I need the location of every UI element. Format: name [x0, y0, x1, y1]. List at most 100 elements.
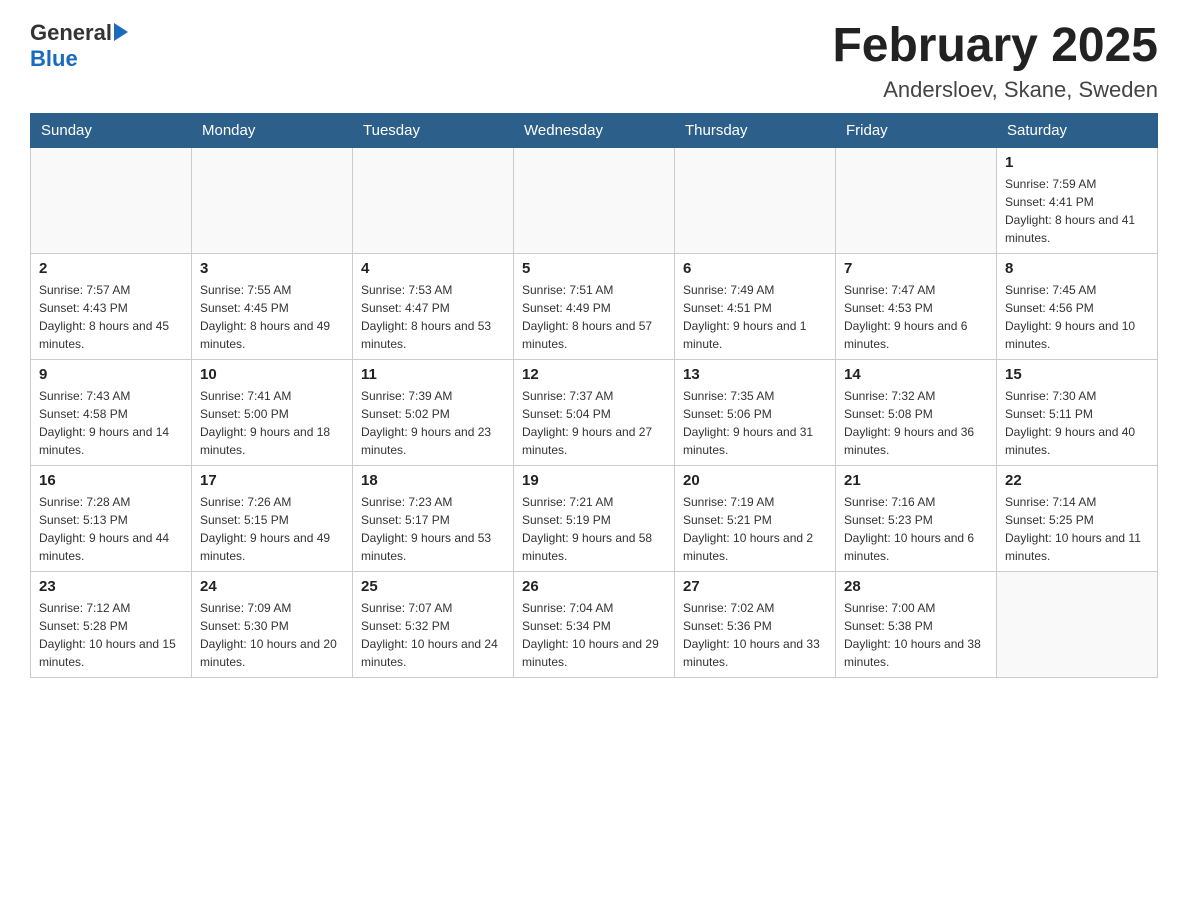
day-number: 4 [361, 260, 505, 277]
header-friday: Friday [836, 113, 997, 147]
day-number: 12 [522, 366, 666, 383]
day-info: Sunrise: 7:09 AMSunset: 5:30 PMDaylight:… [200, 599, 344, 671]
header-tuesday: Tuesday [353, 113, 514, 147]
table-row: 23Sunrise: 7:12 AMSunset: 5:28 PMDayligh… [31, 571, 192, 677]
table-row: 11Sunrise: 7:39 AMSunset: 5:02 PMDayligh… [353, 359, 514, 465]
table-row [192, 147, 353, 253]
day-info: Sunrise: 7:30 AMSunset: 5:11 PMDaylight:… [1005, 387, 1149, 459]
title-area: February 2025 Andersloev, Skane, Sweden [832, 20, 1158, 103]
location-title: Andersloev, Skane, Sweden [832, 77, 1158, 103]
day-info: Sunrise: 7:47 AMSunset: 4:53 PMDaylight:… [844, 281, 988, 353]
day-info: Sunrise: 7:26 AMSunset: 5:15 PMDaylight:… [200, 493, 344, 565]
day-number: 6 [683, 260, 827, 277]
day-number: 9 [39, 366, 183, 383]
month-title: February 2025 [832, 20, 1158, 73]
table-row: 8 Sunrise: 7:45 AMSunset: 4:56 PMDaylight… [997, 253, 1158, 359]
table-row: 4 Sunrise: 7:53 AMSunset: 4:47 PMDaylight… [353, 253, 514, 359]
day-number: 24 [200, 578, 344, 595]
day-info: Sunrise: 7:41 AMSunset: 5:00 PMDaylight:… [200, 387, 344, 459]
table-row: 22 Sunrise: 7:14 AMSunset: 5:25 PMDayligh… [997, 465, 1158, 571]
day-number: 8 [1005, 260, 1149, 277]
header-wednesday: Wednesday [514, 113, 675, 147]
table-row [514, 147, 675, 253]
table-row: 15 Sunrise: 7:30 AMSunset: 5:11 PMDayligh… [997, 359, 1158, 465]
day-number: 3 [200, 260, 344, 277]
page-header: General Blue February 2025 Andersloev, S… [30, 20, 1158, 103]
day-number: 20 [683, 472, 827, 489]
table-row: 26Sunrise: 7:04 AMSunset: 5:34 PMDayligh… [514, 571, 675, 677]
table-row: 17 Sunrise: 7:26 AMSunset: 5:15 PMDayligh… [192, 465, 353, 571]
table-row: 7Sunrise: 7:47 AMSunset: 4:53 PMDaylight… [836, 253, 997, 359]
table-row [353, 147, 514, 253]
header-sunday: Sunday [31, 113, 192, 147]
logo-triangle-icon [114, 23, 128, 41]
calendar-week-row: 2 Sunrise: 7:57 AMSunset: 4:43 PMDaylight… [31, 253, 1158, 359]
table-row: 12 Sunrise: 7:37 AMSunset: 5:04 PMDayligh… [514, 359, 675, 465]
table-row: 6 Sunrise: 7:49 AMSunset: 4:51 PMDaylight… [675, 253, 836, 359]
calendar-week-row: 16Sunrise: 7:28 AMSunset: 5:13 PMDayligh… [31, 465, 1158, 571]
table-row [675, 147, 836, 253]
logo-general-text: General [30, 20, 112, 46]
calendar-table: Sunday Monday Tuesday Wednesday Thursday… [30, 113, 1158, 678]
day-number: 21 [844, 472, 988, 489]
day-number: 15 [1005, 366, 1149, 383]
table-row: 20 Sunrise: 7:19 AMSunset: 5:21 PMDayligh… [675, 465, 836, 571]
day-info: Sunrise: 7:16 AMSunset: 5:23 PMDaylight:… [844, 493, 988, 565]
calendar-week-row: 9 Sunrise: 7:43 AMSunset: 4:58 PMDaylight… [31, 359, 1158, 465]
day-info: Sunrise: 7:14 AMSunset: 5:25 PMDaylight:… [1005, 493, 1149, 565]
calendar-week-row: 23Sunrise: 7:12 AMSunset: 5:28 PMDayligh… [31, 571, 1158, 677]
day-info: Sunrise: 7:21 AMSunset: 5:19 PMDaylight:… [522, 493, 666, 565]
day-info: Sunrise: 7:53 AMSunset: 4:47 PMDaylight:… [361, 281, 505, 353]
table-row: 28 Sunrise: 7:00 AMSunset: 5:38 PMDayligh… [836, 571, 997, 677]
weekday-header-row: Sunday Monday Tuesday Wednesday Thursday… [31, 113, 1158, 147]
day-info: Sunrise: 7:49 AMSunset: 4:51 PMDaylight:… [683, 281, 827, 353]
day-number: 22 [1005, 472, 1149, 489]
day-number: 14 [844, 366, 988, 383]
day-number: 23 [39, 578, 183, 595]
day-info: Sunrise: 7:00 AMSunset: 5:38 PMDaylight:… [844, 599, 988, 671]
logo: General Blue [30, 20, 128, 72]
day-number: 25 [361, 578, 505, 595]
calendar-week-row: 1Sunrise: 7:59 AMSunset: 4:41 PMDaylight… [31, 147, 1158, 253]
day-number: 10 [200, 366, 344, 383]
table-row: 24 Sunrise: 7:09 AMSunset: 5:30 PMDayligh… [192, 571, 353, 677]
day-info: Sunrise: 7:43 AMSunset: 4:58 PMDaylight:… [39, 387, 183, 459]
table-row: 14 Sunrise: 7:32 AMSunset: 5:08 PMDayligh… [836, 359, 997, 465]
logo-icon: General Blue [30, 20, 128, 72]
day-info: Sunrise: 7:45 AMSunset: 4:56 PMDaylight:… [1005, 281, 1149, 353]
table-row: 3 Sunrise: 7:55 AMSunset: 4:45 PMDaylight… [192, 253, 353, 359]
table-row: 25Sunrise: 7:07 AMSunset: 5:32 PMDayligh… [353, 571, 514, 677]
day-number: 17 [200, 472, 344, 489]
day-info: Sunrise: 7:02 AMSunset: 5:36 PMDaylight:… [683, 599, 827, 671]
header-thursday: Thursday [675, 113, 836, 147]
day-info: Sunrise: 7:23 AMSunset: 5:17 PMDaylight:… [361, 493, 505, 565]
logo-blue-text: Blue [30, 46, 78, 72]
table-row: 13 Sunrise: 7:35 AMSunset: 5:06 PMDayligh… [675, 359, 836, 465]
table-row: 9 Sunrise: 7:43 AMSunset: 4:58 PMDaylight… [31, 359, 192, 465]
day-info: Sunrise: 7:35 AMSunset: 5:06 PMDaylight:… [683, 387, 827, 459]
table-row: 16Sunrise: 7:28 AMSunset: 5:13 PMDayligh… [31, 465, 192, 571]
day-info: Sunrise: 7:55 AMSunset: 4:45 PMDaylight:… [200, 281, 344, 353]
day-number: 19 [522, 472, 666, 489]
day-number: 13 [683, 366, 827, 383]
table-row [836, 147, 997, 253]
day-info: Sunrise: 7:28 AMSunset: 5:13 PMDaylight:… [39, 493, 183, 565]
day-number: 5 [522, 260, 666, 277]
day-number: 2 [39, 260, 183, 277]
table-row: 18 Sunrise: 7:23 AMSunset: 5:17 PMDayligh… [353, 465, 514, 571]
day-number: 18 [361, 472, 505, 489]
day-number: 27 [683, 578, 827, 595]
table-row: 21 Sunrise: 7:16 AMSunset: 5:23 PMDayligh… [836, 465, 997, 571]
header-monday: Monday [192, 113, 353, 147]
table-row: 5Sunrise: 7:51 AMSunset: 4:49 PMDaylight… [514, 253, 675, 359]
day-info: Sunrise: 7:32 AMSunset: 5:08 PMDaylight:… [844, 387, 988, 459]
day-info: Sunrise: 7:19 AMSunset: 5:21 PMDaylight:… [683, 493, 827, 565]
day-info: Sunrise: 7:57 AMSunset: 4:43 PMDaylight:… [39, 281, 183, 353]
table-row [997, 571, 1158, 677]
day-number: 26 [522, 578, 666, 595]
table-row: 1Sunrise: 7:59 AMSunset: 4:41 PMDaylight… [997, 147, 1158, 253]
table-row: 27 Sunrise: 7:02 AMSunset: 5:36 PMDayligh… [675, 571, 836, 677]
day-info: Sunrise: 7:37 AMSunset: 5:04 PMDaylight:… [522, 387, 666, 459]
day-number: 28 [844, 578, 988, 595]
table-row [31, 147, 192, 253]
